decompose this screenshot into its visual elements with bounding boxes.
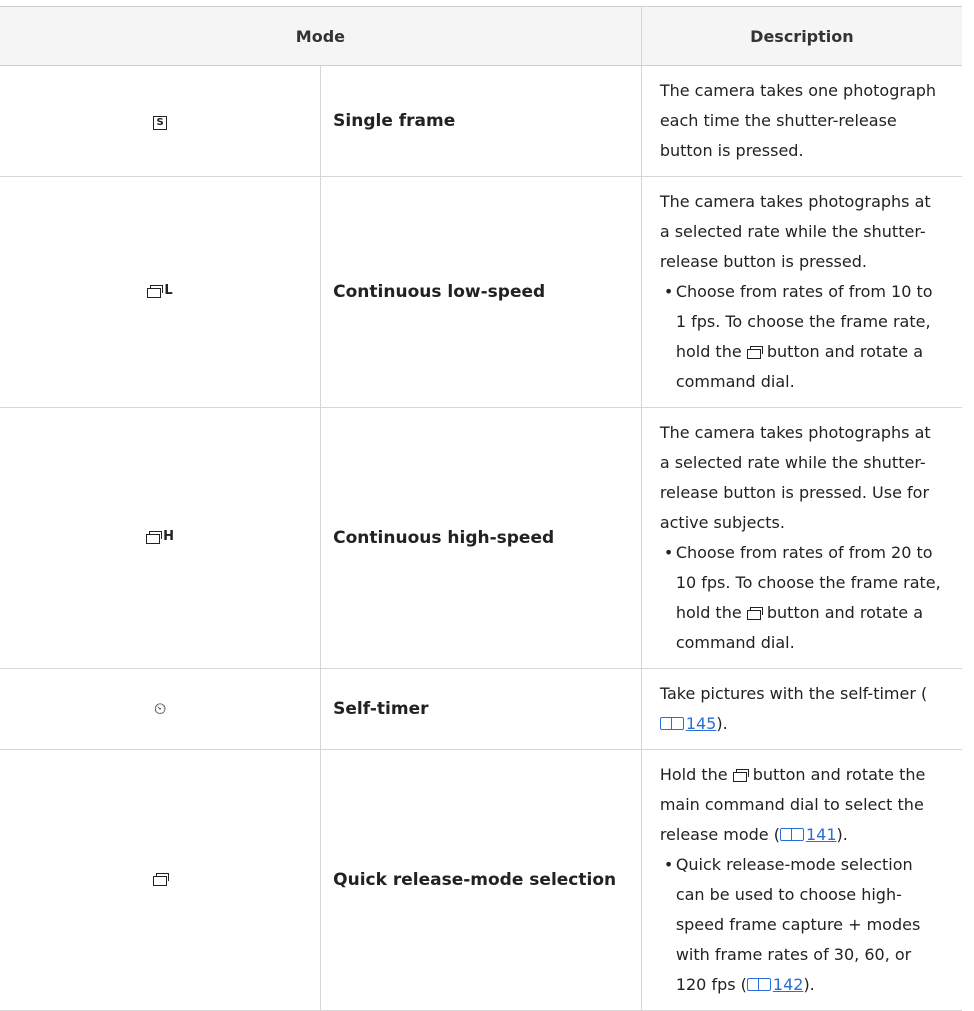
mode-column-header: Mode [0,6,642,66]
mode-name: Continuous high-speed [320,407,642,669]
release-mode-table: Mode Description S Single frame The came… [0,6,962,1011]
bullet-item: • Quick release-mode selection can be us… [660,850,944,1000]
mode-name: Quick release-mode selection [320,749,642,1011]
mode-description: The camera takes photographs at a select… [640,407,962,669]
page-reference-link[interactable]: 145 [659,714,716,733]
bullet-item: • Choose from rates of from 20 to 10 fps… [660,538,944,658]
table-row: L Continuous low-speed The camera takes … [0,176,962,408]
table-row: S Single frame The camera takes one phot… [0,65,962,177]
page-reference-link[interactable]: 142 [746,975,803,994]
mode-name: Self-timer [320,668,642,750]
table-header-row: Mode Description [0,6,962,66]
single-frame-icon-glyph: S [153,115,168,130]
book-icon [659,717,684,730]
mode-description: The camera takes one photograph each tim… [640,65,962,177]
description-text: The camera takes one photograph each tim… [659,81,937,160]
table-row: Quick release-mode selection Hold the bu… [0,749,962,1011]
description-text: Hold the button and rotate the main comm… [659,765,926,844]
table-row: ⏲ Self-timer Take pictures with the self… [0,668,962,750]
release-mode-button-icon [732,769,749,782]
self-timer-icon: ⏲ [0,668,322,750]
single-frame-icon: S [0,65,322,177]
mode-name: Single frame [320,65,642,177]
description-text: ). [716,714,728,733]
speed-letter: H [163,529,175,545]
mode-name: Continuous low-speed [320,176,642,408]
release-mode-button-icon [746,346,763,359]
continuous-icon [152,873,169,886]
bullet-text: Quick release-mode selection can be used… [675,855,921,994]
continuous-low-speed-icon: L [0,176,322,408]
description-text: Take pictures with the self-timer ( [659,684,928,703]
bullet-dot-icon: • [663,543,674,562]
book-icon [779,828,804,841]
description-column-header: Description [640,6,962,66]
mode-description: Take pictures with the self-timer ( 145). [640,668,962,750]
bullet-item: • Choose from rates of from 10 to 1 fps.… [660,277,944,397]
bullet-dot-icon: • [663,282,674,301]
page-reference-link[interactable]: 141 [779,825,837,844]
mode-description: The camera takes photographs at a select… [640,176,962,408]
continuous-high-speed-icon: H [0,407,322,669]
self-timer-glyph: ⏲ [153,699,167,718]
mode-description: Hold the button and rotate the main comm… [640,749,962,1011]
description-text: The camera takes photographs at a select… [659,423,931,532]
quick-release-mode-icon [0,749,322,1011]
continuous-icon [147,284,164,298]
release-mode-button-icon [746,607,763,620]
book-icon [746,978,771,991]
bullet-dot-icon: • [663,855,674,874]
description-text: The camera takes photographs at a select… [659,192,931,271]
table-row: H Continuous high-speed The camera takes… [0,407,962,669]
bullet-text: ). [803,975,815,994]
speed-letter: L [164,283,173,299]
continuous-icon [146,530,163,544]
